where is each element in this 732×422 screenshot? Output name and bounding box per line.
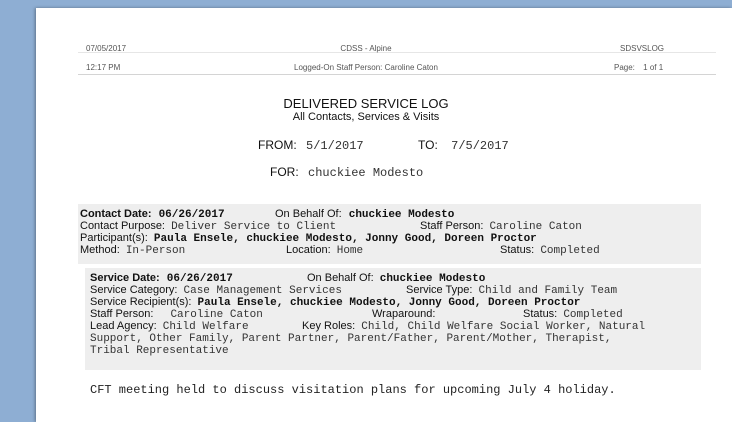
method-value: In-Person [125, 245, 186, 257]
service-staff-label: Staff Person: [90, 308, 154, 320]
wraparound-row: Wraparound: [372, 308, 435, 320]
to-label: TO: [418, 138, 438, 152]
for-label: FOR: [270, 165, 299, 179]
contact-date-label: Contact Date: [80, 208, 152, 220]
contact-status-label: Status: [500, 244, 535, 256]
service-behalf-label: On Behalf Of: [307, 272, 374, 284]
location-label: Location: [286, 244, 331, 256]
from-label: FROM: [258, 138, 297, 152]
to-value: 7/5/2017 [451, 139, 509, 153]
page-label: Page: [614, 63, 635, 72]
contact-behalf-label: On Behalf Of: [275, 208, 342, 220]
location-value: Home [336, 245, 364, 257]
contact-purpose-label: Contact Purpose: [80, 220, 165, 232]
key-roles-line3: Tribal Representative [90, 344, 229, 357]
report-code: SDSVSLOG [620, 44, 665, 53]
report-subtitle: All Contacts, Services & Visits [292, 111, 440, 123]
from-value: 5/1/2017 [306, 139, 364, 153]
method-label: Method: [80, 244, 120, 256]
to-range: TO: 7/5/2017 [418, 139, 509, 152]
method-row: Method: In-Person [80, 244, 185, 257]
service-note-text: CFT meeting held to discuss visitation p… [90, 383, 616, 397]
report-title: DELIVERED SERVICE LOG [283, 96, 449, 111]
key-roles-line3-text: Tribal Representative [90, 345, 229, 357]
header-divider-2 [78, 74, 716, 75]
page-value: 1 of 1 [643, 63, 664, 72]
for-value: chuckiee Modesto [308, 166, 424, 180]
for-line: FOR: chuckiee Modesto [270, 166, 423, 179]
contact-staff-label: Staff Person: [420, 220, 484, 232]
service-status-label: Status: [523, 308, 558, 320]
contact-status-value: Completed [540, 245, 600, 257]
participants-label: Participant(s): [80, 232, 148, 244]
service-date-label: Service Date: [90, 272, 160, 284]
page-number: Page: 1 of 1 [614, 63, 663, 72]
location-row: Location: Home [286, 244, 363, 257]
date-range: FROM: 5/1/2017 [258, 139, 364, 152]
lead-agency-label: Lead Agency: [90, 320, 157, 332]
service-category-label: Service Category: [90, 284, 178, 296]
service-recipients-label: Service Recipient(s): [90, 296, 192, 308]
key-roles-label: Key Roles: [302, 320, 356, 332]
service-type-label: Service Type: [406, 284, 473, 296]
contact-status-row: Status: Completed [500, 244, 600, 257]
service-note: CFT meeting held to discuss visitation p… [90, 383, 616, 396]
wraparound-label: Wraparound: [372, 308, 436, 320]
